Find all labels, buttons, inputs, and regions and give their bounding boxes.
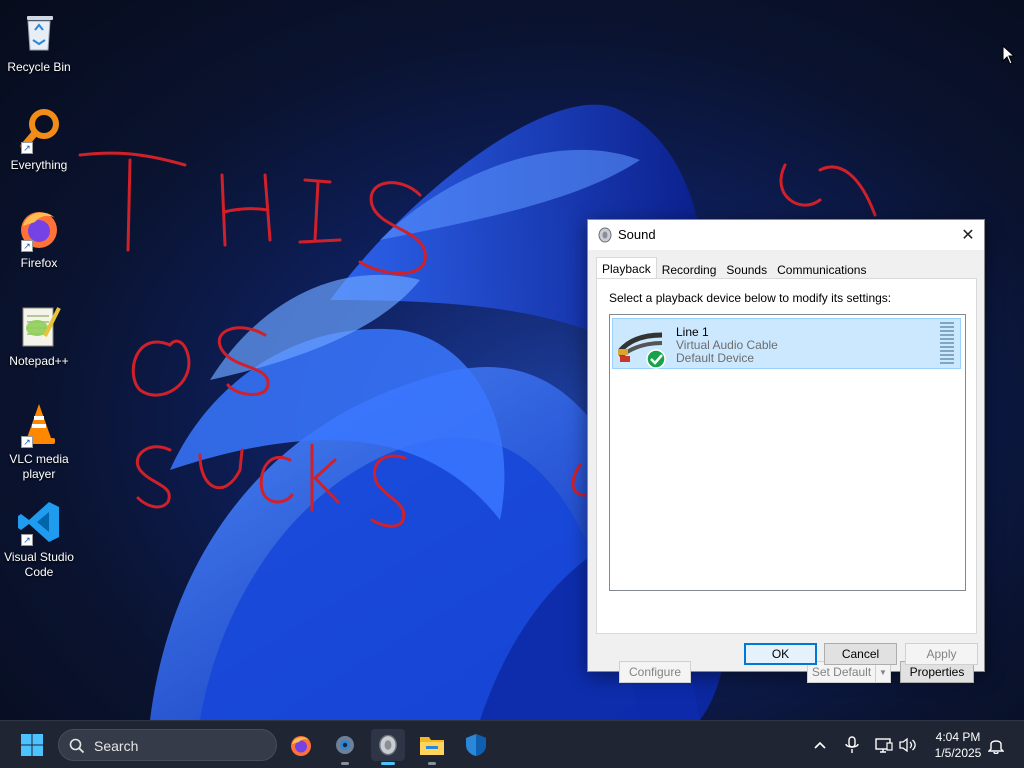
close-button[interactable]: ✕ <box>952 220 984 250</box>
taskbar: Search 4:04 PM 1/5/2025 <box>0 720 1024 768</box>
taskbar-search-box[interactable]: Search <box>58 729 277 761</box>
apply-button[interactable]: Apply <box>905 643 978 665</box>
desktop-icon-label: VLC media player <box>9 452 69 481</box>
dialog-title: Sound <box>618 227 656 242</box>
tab-communications[interactable]: Communications <box>772 259 871 279</box>
taskbar-windows-security[interactable] <box>459 729 493 761</box>
search-icon <box>69 738 85 754</box>
dialog-titlebar[interactable]: Sound ✕ <box>588 220 984 250</box>
tab-playback[interactable]: Playback <box>596 257 657 279</box>
desktop: Recycle Bin ↗ Everything ↗ Firefox Notep… <box>0 0 1024 720</box>
device-item-line-1[interactable]: Line 1 Virtual Audio Cable Default Devic… <box>612 318 961 369</box>
clock-date: 1/5/2025 <box>934 746 982 760</box>
volume-tray[interactable] <box>898 735 918 755</box>
taskbar-firefox[interactable] <box>284 729 318 761</box>
shortcut-arrow-icon: ↗ <box>21 240 33 252</box>
device-status: Default Device <box>676 351 755 365</box>
network-icon <box>875 738 893 753</box>
desktop-icon-label: Recycle Bin <box>7 60 71 74</box>
desktop-icon-label: Everything <box>10 158 68 172</box>
microphone-icon <box>845 736 859 753</box>
shortcut-arrow-icon: ↗ <box>21 436 33 448</box>
close-icon: ✕ <box>961 227 975 244</box>
bell-icon <box>988 740 1004 754</box>
taskbar-clock[interactable]: 4:04 PM 1/5/2025 <box>924 729 992 761</box>
shortcut-arrow-icon: ↗ <box>21 142 33 154</box>
ok-button[interactable]: OK <box>744 643 817 665</box>
device-list[interactable]: Line 1 Virtual Audio Cable Default Devic… <box>609 314 966 591</box>
firefox-icon <box>291 736 311 756</box>
windows-logo-icon <box>21 734 43 756</box>
desktop-icon-label: Firefox <box>20 256 58 270</box>
desktop-icon-label: Notepad++ <box>9 354 69 368</box>
desktop-icon-vscode[interactable]: ↗ Visual Studio Code <box>4 498 74 588</box>
desktop-icon-vlc[interactable]: ↗ VLC media player <box>4 400 74 490</box>
chevron-down-icon: ▼ <box>879 667 887 677</box>
device-description: Virtual Audio Cable <box>676 338 778 352</box>
instruction-text: Select a playback device below to modify… <box>609 291 892 305</box>
running-indicator <box>428 762 436 765</box>
clock-time: 4:04 PM <box>935 730 981 744</box>
taskbar-sound-control[interactable] <box>371 729 405 765</box>
speaker-icon <box>379 734 397 756</box>
microphone-tray[interactable] <box>842 735 862 755</box>
tab-recording[interactable]: Recording <box>657 259 722 279</box>
sound-dialog: Sound ✕ Playback Recording Sounds Commun… <box>587 219 985 683</box>
taskbar-settings[interactable] <box>328 729 362 765</box>
start-button[interactable] <box>15 729 49 761</box>
gear-icon <box>336 736 354 754</box>
firefox-icon: ↗ <box>15 204 63 252</box>
running-indicator <box>341 762 349 765</box>
device-name: Line 1 <box>676 325 709 339</box>
taskbar-file-explorer[interactable] <box>415 729 449 765</box>
playback-panel: Select a playback device below to modify… <box>596 278 977 683</box>
tab-strip: Playback Recording Sounds Communications <box>596 257 871 279</box>
search-placeholder: Search <box>94 738 139 754</box>
desktop-icon-label: Visual Studio Code <box>4 550 74 579</box>
show-hidden-icons-button[interactable] <box>810 735 830 755</box>
network-tray[interactable] <box>874 735 894 755</box>
vlc-icon: ↗ <box>15 400 63 448</box>
folder-icon <box>420 737 444 755</box>
vscode-icon: ↗ <box>15 498 63 546</box>
desktop-icon-everything[interactable]: ↗ Everything <box>4 106 74 196</box>
desktop-icon-recycle-bin[interactable]: Recycle Bin <box>4 8 74 98</box>
configure-button[interactable]: Configure <box>619 661 691 683</box>
audio-cable-icon <box>618 332 666 369</box>
speaker-icon <box>598 227 612 243</box>
cancel-button[interactable]: Cancel <box>824 643 897 665</box>
active-indicator <box>381 762 395 765</box>
shield-icon <box>466 734 486 756</box>
recycle-bin-icon <box>15 8 63 56</box>
volume-icon <box>899 737 916 753</box>
notepad-plus-plus-icon <box>15 302 63 350</box>
everything-search-icon: ↗ <box>15 106 63 154</box>
mouse-cursor-icon <box>1002 45 1016 65</box>
notifications-button[interactable] <box>986 735 1006 755</box>
chevron-up-icon <box>814 741 826 749</box>
volume-level-meter <box>940 322 954 364</box>
desktop-icon-firefox[interactable]: ↗ Firefox <box>4 204 74 294</box>
desktop-icon-notepadpp[interactable]: Notepad++ <box>4 302 74 392</box>
tab-sounds[interactable]: Sounds <box>721 259 772 279</box>
shortcut-arrow-icon: ↗ <box>21 534 33 546</box>
